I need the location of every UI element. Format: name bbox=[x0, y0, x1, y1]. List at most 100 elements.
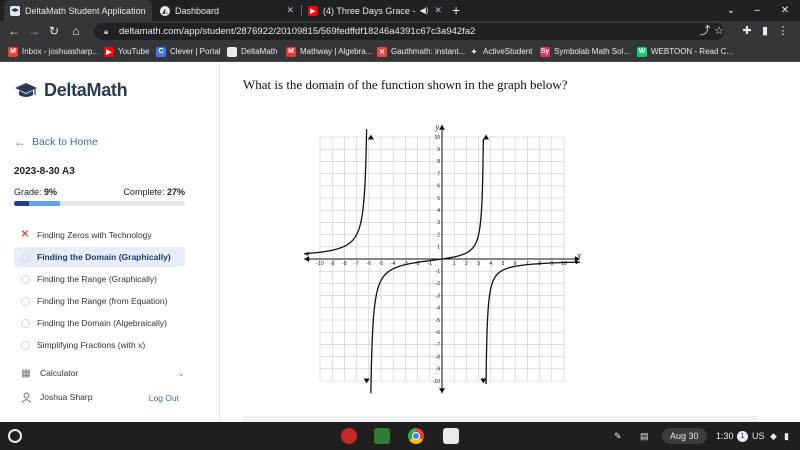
bookmark-label: DeltaMath bbox=[241, 47, 278, 56]
date-chip[interactable]: Aug 30 bbox=[662, 428, 707, 444]
locale-label[interactable]: US bbox=[752, 422, 765, 450]
bookmark-label: WEBTOON - Read C... bbox=[651, 47, 734, 56]
bookmark-label: Inbox - joshuasharp... bbox=[22, 47, 99, 56]
taskbar: ✎ ▤ Aug 30 1:30 1 US ◆ ▮ bbox=[0, 422, 800, 450]
bookmark-item[interactable]: M Inbox - joshuasharp... bbox=[8, 42, 99, 61]
curve-arrow bbox=[574, 260, 580, 265]
close-tab-icon[interactable]: ✕ bbox=[428, 5, 442, 16]
x-tick-label: 3 bbox=[477, 261, 480, 267]
close-tab-icon[interactable]: ✕ bbox=[280, 5, 294, 16]
clipboard-icon[interactable]: ▤ bbox=[640, 422, 649, 450]
y-axis-label: y bbox=[434, 123, 439, 132]
y-tick-label: 4 bbox=[437, 208, 440, 214]
grade-value: 9% bbox=[44, 187, 58, 197]
x-tick-label: -5 bbox=[379, 261, 384, 267]
side-panel-icon[interactable]: ▮ bbox=[758, 21, 772, 42]
y-tick-label: -5 bbox=[436, 318, 441, 324]
close-tab-icon[interactable]: ✕ bbox=[146, 5, 153, 16]
bookmark-item[interactable]: ▶ YouTube bbox=[104, 42, 149, 61]
symbolab-icon: Sy bbox=[540, 46, 550, 57]
grade-progress-fill bbox=[14, 201, 30, 206]
battery-icon[interactable]: ▮ bbox=[784, 422, 789, 450]
bookmark-star-icon[interactable]: ☆ bbox=[712, 21, 726, 42]
home-icon[interactable]: ⌂ bbox=[68, 21, 84, 42]
launcher-icon[interactable] bbox=[8, 429, 22, 443]
gauthmath-icon: ✕ bbox=[377, 46, 387, 57]
bookmark-label: Mathway | Algebra... bbox=[300, 47, 373, 56]
y-tick-label: 5 bbox=[437, 196, 440, 202]
skill-item[interactable]: Finding the Range (Graphically) bbox=[14, 269, 185, 289]
close-window-icon[interactable]: ✕ bbox=[772, 0, 798, 21]
skill-item[interactable]: Finding the Domain (Algebraically) bbox=[14, 313, 185, 333]
youtube-favicon: ▶ bbox=[308, 5, 318, 16]
calculator-toggle[interactable]: ▦ Calculator ⌄ bbox=[20, 364, 185, 382]
bookmark-label: YouTube bbox=[118, 47, 150, 56]
skill-item[interactable]: Finding the Range (from Equation) bbox=[14, 291, 185, 311]
y-tick-label: -3 bbox=[436, 293, 441, 299]
forward-icon[interactable]: → bbox=[26, 21, 42, 42]
bookmark-item[interactable]: W WEBTOON - Read C... bbox=[637, 42, 733, 61]
menu-kebab-icon[interactable]: ⋮ bbox=[776, 21, 790, 42]
deltamath-logo[interactable]: DeltaMath bbox=[14, 80, 128, 101]
tab-deltamath[interactable]: DeltaMath Student Application ✕ bbox=[4, 0, 152, 21]
reload-icon[interactable]: ↻ bbox=[46, 21, 62, 42]
minimize-icon[interactable]: – bbox=[744, 0, 770, 21]
user-name: Joshua Sharp bbox=[40, 392, 93, 402]
tab-youtube[interactable]: ▶ (4) Three Days Grace - I Hate ◀) ✕ bbox=[302, 0, 448, 21]
graduation-cap-icon bbox=[15, 82, 37, 97]
y-tick-label: 1 bbox=[437, 245, 440, 251]
tab-dashboard[interactable]: ◭ Dashboard ✕ bbox=[154, 0, 300, 21]
user-icon bbox=[20, 391, 32, 403]
x-tick-label: -6 bbox=[367, 261, 372, 267]
question-text: What is the domain of the function shown… bbox=[243, 77, 568, 92]
complete-label: Complete: bbox=[123, 187, 165, 197]
brand-name: DeltaMath bbox=[44, 80, 128, 100]
bookmark-item[interactable]: Sy Symbolab Math Sol... bbox=[540, 42, 630, 61]
complete-stat: Complete: 27% bbox=[123, 187, 185, 197]
bookmark-item[interactable]: DeltaMath bbox=[227, 42, 277, 61]
skill-label: Finding the Domain (Algebraically) bbox=[37, 318, 167, 328]
url-text: deltamath.com/app/student/2876922/201098… bbox=[119, 26, 476, 37]
x-tick-label: 1 bbox=[453, 261, 456, 267]
bookmark-item[interactable]: ✦ ActiveStudent bbox=[469, 42, 532, 61]
circle-status-icon bbox=[20, 252, 30, 262]
tab-label: Dashboard bbox=[175, 5, 220, 16]
calculator-icon: ▦ bbox=[21, 367, 31, 379]
assignment-title: 2023-8-30 A3 bbox=[14, 166, 75, 177]
chrome-icon[interactable] bbox=[408, 428, 424, 444]
share-icon[interactable]: ⤴ bbox=[698, 21, 712, 42]
notification-count-badge[interactable]: 1 bbox=[737, 431, 748, 442]
new-tab-icon[interactable]: + bbox=[452, 0, 460, 21]
tab-search-chevron-icon[interactable]: ⌄ bbox=[718, 0, 744, 21]
classroom-icon[interactable] bbox=[374, 428, 390, 444]
x-tick-label: -8 bbox=[342, 261, 347, 267]
bookmark-item[interactable]: ✕ Gauthmath: instant... bbox=[377, 42, 465, 61]
y-tick-label: 6 bbox=[437, 184, 440, 190]
circle-status-icon bbox=[20, 296, 30, 306]
bookmark-item[interactable]: M Mathway | Algebra... bbox=[286, 42, 372, 61]
back-icon[interactable]: ← bbox=[6, 21, 22, 42]
logout-link[interactable]: Log Out bbox=[149, 393, 179, 403]
x-mark-icon: ✕ bbox=[20, 229, 30, 240]
x-axis-label: x bbox=[576, 251, 581, 260]
address-bar[interactable]: 🔒︎ deltamath.com/app/student/2876922/201… bbox=[94, 23, 724, 40]
stylus-icon[interactable]: ✎ bbox=[614, 422, 622, 450]
bookmark-item[interactable]: C Clever | Portal bbox=[156, 42, 221, 61]
grade-complete-row: Grade: 9% Complete: 27% bbox=[14, 187, 185, 197]
skill-label: Finding the Range (from Equation) bbox=[37, 296, 168, 306]
audio-playing-icon[interactable]: ◀) bbox=[420, 6, 429, 15]
skill-item[interactable]: Finding the Domain (Graphically) bbox=[14, 247, 185, 267]
back-to-home-label: Back to Home bbox=[32, 136, 98, 148]
y-tick-label: -9 bbox=[436, 367, 441, 373]
extensions-icon[interactable]: ✚ bbox=[740, 21, 754, 42]
clock-time[interactable]: 1:30 bbox=[716, 422, 734, 450]
grade-label: Grade: bbox=[14, 187, 42, 197]
wifi-icon[interactable]: ◆ bbox=[770, 422, 777, 450]
files-icon[interactable] bbox=[443, 428, 459, 444]
skill-item[interactable]: ✕ Finding Zeros with Technology bbox=[14, 225, 185, 245]
y-tick-label: -6 bbox=[436, 330, 441, 336]
skill-item[interactable]: Simplifying Fractions (with x) bbox=[14, 335, 185, 355]
pinned-app-icon[interactable] bbox=[341, 428, 357, 444]
back-to-home-link[interactable]: ← Back to Home bbox=[14, 135, 98, 149]
x-tick-label: -1 bbox=[428, 261, 433, 267]
